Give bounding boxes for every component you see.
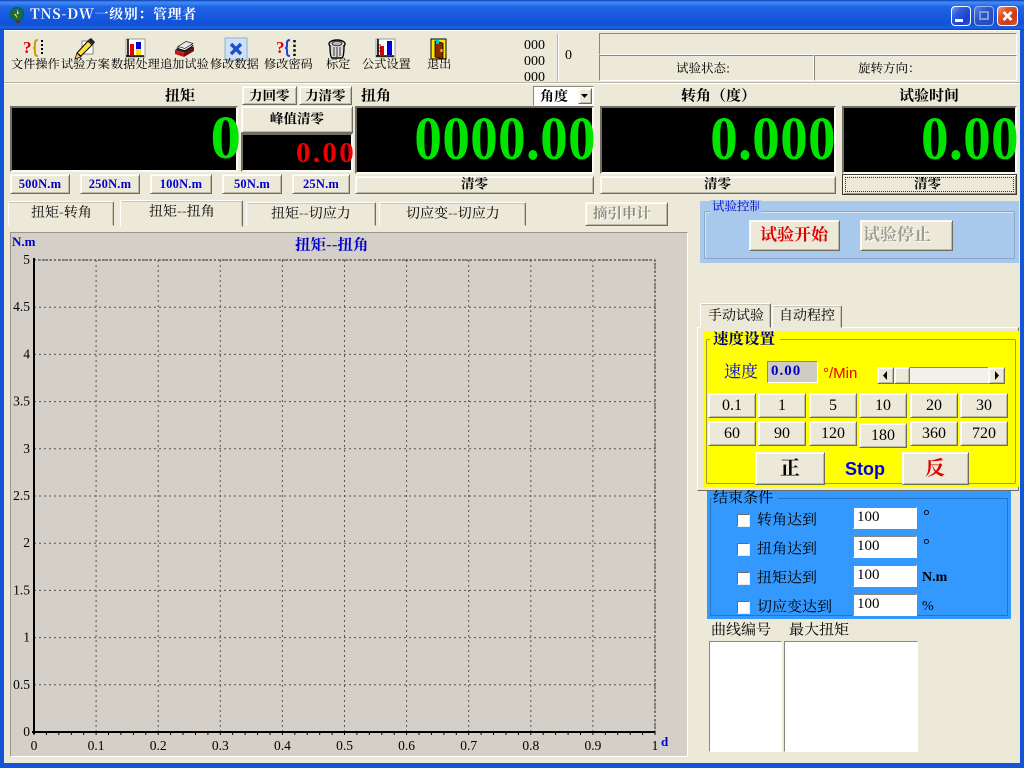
svg-text:0.2: 0.2 bbox=[150, 738, 167, 753]
svg-text:0.8: 0.8 bbox=[522, 738, 539, 753]
svg-text:0.5: 0.5 bbox=[336, 738, 353, 753]
svg-text:0.6: 0.6 bbox=[398, 738, 415, 753]
svg-text:?: ? bbox=[276, 38, 285, 57]
svg-text:?: ? bbox=[23, 38, 32, 57]
svg-text:2: 2 bbox=[23, 535, 30, 550]
svg-text:N.m: N.m bbox=[12, 234, 36, 249]
svg-text:d: d bbox=[661, 734, 669, 749]
svg-text:0.3: 0.3 bbox=[212, 738, 229, 753]
svg-text:4: 4 bbox=[23, 346, 30, 361]
svg-text:1: 1 bbox=[652, 738, 659, 753]
svg-text:5: 5 bbox=[23, 252, 30, 267]
svg-text:0.5: 0.5 bbox=[13, 677, 30, 692]
svg-text:0.4: 0.4 bbox=[274, 738, 291, 753]
svg-text:0.7: 0.7 bbox=[460, 738, 477, 753]
svg-text:3.5: 3.5 bbox=[13, 394, 30, 409]
svg-text:0.9: 0.9 bbox=[584, 738, 601, 753]
svg-text:0: 0 bbox=[31, 738, 38, 753]
svg-text:3: 3 bbox=[23, 441, 30, 456]
svg-text:2.5: 2.5 bbox=[13, 488, 30, 503]
svg-text:4.5: 4.5 bbox=[13, 299, 30, 314]
svg-text:1: 1 bbox=[23, 630, 30, 645]
svg-text:0: 0 bbox=[23, 724, 30, 739]
svg-text:1.5: 1.5 bbox=[13, 582, 30, 597]
svg-text:0.1: 0.1 bbox=[88, 738, 105, 753]
